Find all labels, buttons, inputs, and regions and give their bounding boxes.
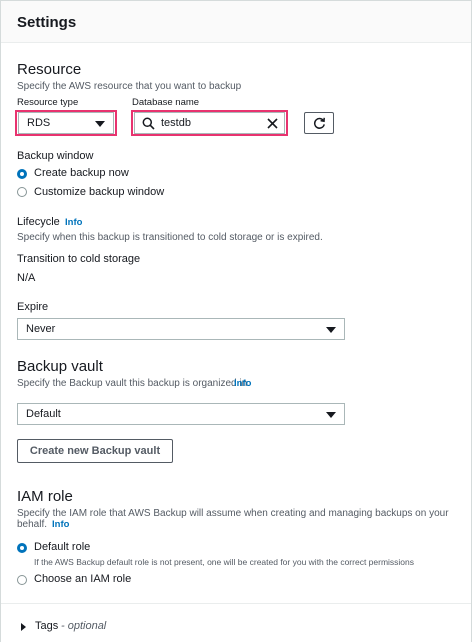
caret-down-icon [95, 121, 105, 127]
backup-vault-value: Default [26, 408, 61, 420]
caret-down-icon [326, 327, 336, 333]
default-role-description: If the AWS Backup default role is not pr… [34, 557, 415, 567]
backup-vault-title: Backup vault [17, 358, 103, 375]
resource-title: Resource [17, 61, 82, 78]
database-name-input[interactable] [161, 115, 281, 131]
create-backup-vault-button[interactable]: Create new Backup vault [17, 439, 173, 463]
radio-customize-backup-window[interactable] [17, 187, 27, 197]
resource-type-select[interactable]: RDS [18, 112, 114, 134]
transition-label: Transition to cold storage [17, 253, 141, 265]
backup-window-label: Backup window [17, 150, 94, 162]
tags-expander[interactable]: Tags - optional [15, 616, 135, 636]
transition-value: N/A [17, 272, 36, 284]
resource-type-value: RDS [27, 117, 51, 129]
caret-right-icon [21, 623, 26, 631]
radio-choose-iam-role[interactable] [17, 575, 27, 585]
search-icon [142, 117, 155, 130]
iam-role-title: IAM role [17, 488, 73, 505]
resource-description: Specify the AWS resource that you want t… [17, 81, 242, 92]
expire-label: Expire [17, 301, 49, 313]
panel-header: Settings [1, 1, 471, 43]
create-backup-now-label: Create backup now [34, 167, 129, 179]
iam-role-description-line1: Specify the IAM role that AWS Backup wil… [17, 508, 449, 519]
caret-down-icon [326, 412, 336, 418]
tags-divider [1, 603, 471, 604]
choose-iam-role-label: Choose an IAM role [34, 573, 132, 585]
clear-icon[interactable] [267, 118, 278, 129]
backup-vault-description: Specify the Backup vault this backup is … [17, 378, 250, 389]
expire-value: Never [26, 323, 56, 335]
radio-create-backup-now[interactable] [17, 169, 27, 179]
resource-type-label: Resource type [17, 97, 79, 108]
database-name-search[interactable] [134, 112, 285, 134]
tags-label: Tags [35, 620, 59, 632]
settings-panel: Settings Resource Specify the AWS resour… [0, 0, 472, 642]
lifecycle-label: Lifecycle [17, 216, 60, 228]
expire-select[interactable]: Never [17, 318, 345, 340]
default-role-label: Default role [34, 541, 91, 553]
iam-role-info-link[interactable]: Info [52, 519, 69, 530]
tags-optional-label: - optional [61, 620, 107, 632]
radio-default-role[interactable] [17, 543, 27, 553]
customize-backup-window-label: Customize backup window [34, 186, 165, 198]
lifecycle-description: Specify when this backup is transitioned… [17, 232, 323, 243]
panel-title: Settings [17, 14, 77, 31]
backup-vault-select[interactable]: Default [17, 403, 345, 425]
iam-role-description-line2: behalf. [17, 519, 48, 530]
lifecycle-info-link[interactable]: Info [65, 217, 82, 228]
database-name-label: Database name [132, 97, 200, 108]
refresh-icon [313, 117, 325, 129]
backup-vault-info-link[interactable]: Info [234, 378, 251, 389]
refresh-button[interactable] [304, 112, 334, 134]
